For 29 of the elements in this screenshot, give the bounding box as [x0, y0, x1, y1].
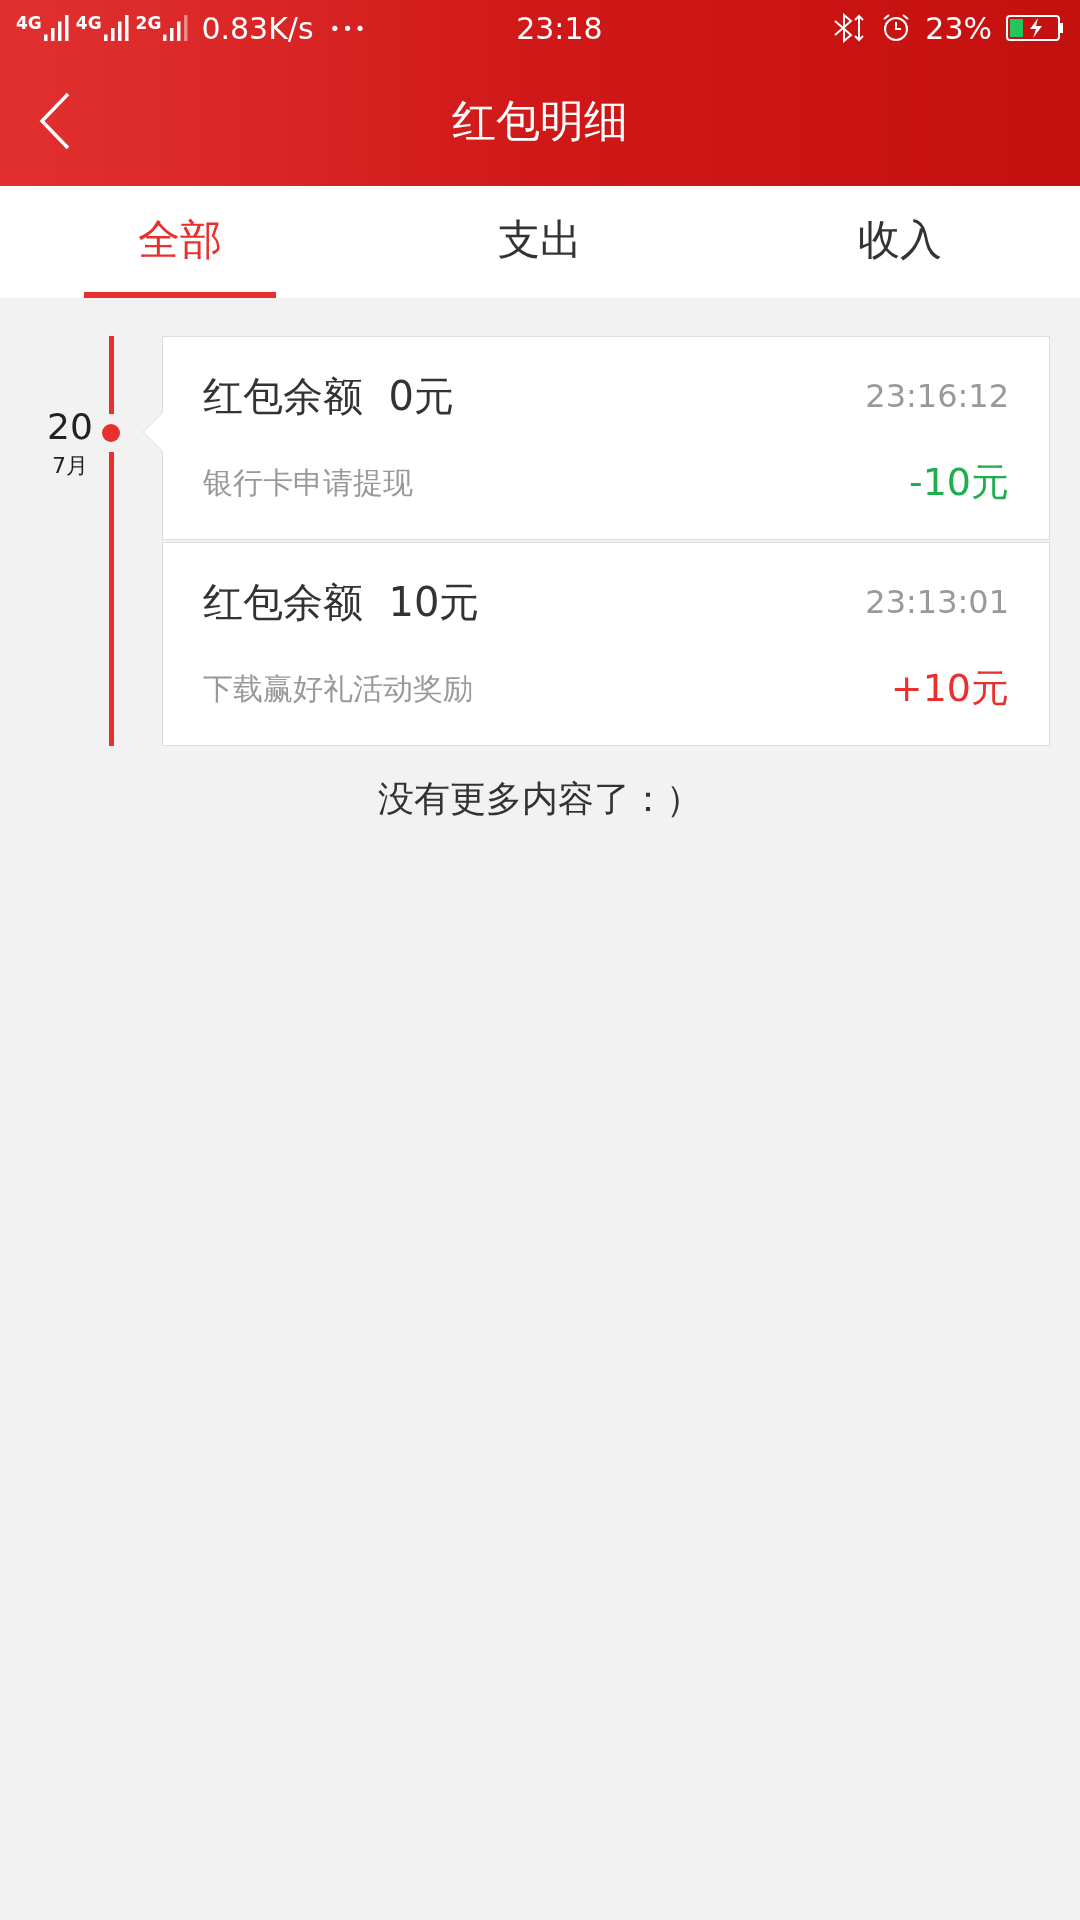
signal-icon — [163, 15, 190, 41]
record-time: 23:16:12 — [865, 375, 1009, 417]
network-type: 4G — [75, 15, 102, 32]
more-dots: ••• — [329, 16, 368, 41]
end-of-list-text: 没有更多内容了：） — [378, 777, 702, 821]
chevron-left-icon — [38, 91, 72, 151]
page-title: 红包明细 — [452, 94, 628, 148]
clock: 23:18 — [516, 9, 603, 48]
tab[interactable]: 全部 — [84, 186, 276, 298]
record-description: 银行卡申请提现 — [203, 463, 413, 502]
battery-charging-icon — [1006, 14, 1064, 42]
tab[interactable]: 收入 — [804, 186, 996, 298]
tab[interactable]: 支出 — [444, 186, 636, 298]
record-time: 23:13:01 — [865, 581, 1009, 623]
network-type: 4G — [16, 15, 42, 32]
record-card[interactable]: 红包余额 0元 23:16:12 银行卡申请提现 -10元 — [162, 336, 1050, 540]
record-amount: -10元 — [908, 458, 1009, 506]
record-amount: +10元 — [890, 664, 1009, 712]
signal-icon — [43, 15, 70, 41]
record-description: 下载赢好礼活动奖励 — [203, 669, 473, 708]
date-month: 7月 — [52, 452, 88, 480]
balance-text: 红包余额 0元 — [203, 371, 454, 421]
network-type: 2G — [135, 15, 162, 32]
date-day: 20 — [47, 404, 93, 449]
balance-text: 红包余额 10元 — [203, 577, 480, 627]
record-card[interactable]: 红包余额 10元 23:13:01 下载赢好礼活动奖励 +10元 — [162, 542, 1050, 746]
battery-percent: 23% — [925, 9, 992, 48]
network-speed: 0.83K/s — [201, 9, 314, 48]
signal-icon — [103, 15, 130, 41]
